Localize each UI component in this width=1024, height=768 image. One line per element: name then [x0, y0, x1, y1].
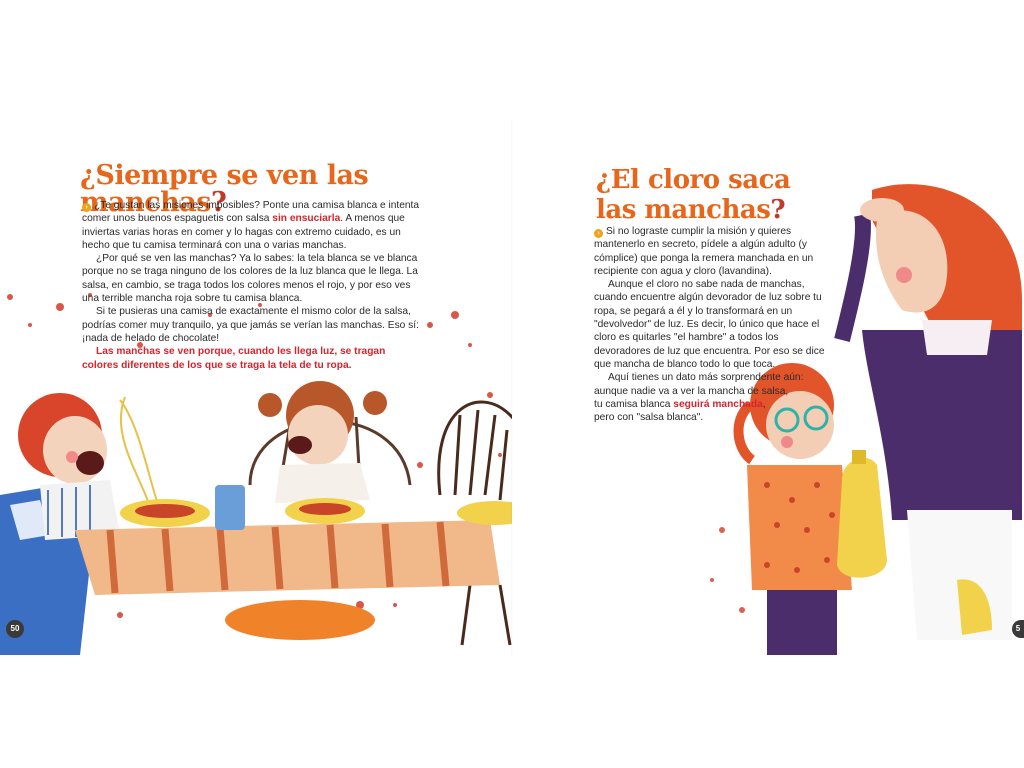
page-number-left: 50: [6, 620, 24, 638]
right-paragraph-6: pero con "salsa blanca".: [594, 412, 704, 424]
title-right-suffix: ?: [770, 195, 786, 225]
book-spread: ¿Siempre se ven las manchas? › ¿Te gustan…: [0, 0, 1024, 768]
page-title-right: ¿El cloro saca las manchas?: [596, 165, 791, 225]
right-body-text: › Si no lograste cumplir la misión y quie…: [594, 225, 829, 424]
right-p1-text: Si no lograste cumplir la misión y quier…: [594, 226, 814, 277]
page-number-right: 5: [1012, 620, 1024, 638]
bullet-arrow-icon: ›: [82, 203, 91, 212]
right-paragraph-2: Aunque el cloro no sabe nada de manchas,…: [594, 279, 825, 370]
left-paragraph-3: Si te pusieras una camisa de exactamente…: [82, 306, 419, 344]
title-right-line1: ¿El cloro saca: [596, 165, 791, 195]
left-paragraph-summary: Las manchas se ven porque, cuando les ll…: [82, 346, 386, 371]
left-paragraph-2: ¿Por qué se ven las manchas? Ya lo sabes…: [82, 253, 418, 305]
right-p5-highlight: seguirá manchada: [673, 398, 763, 410]
right-p5-text-b: ,: [762, 398, 766, 410]
right-p5-text-a: tu camisa blanca: [594, 398, 674, 410]
right-paragraph-4: aunque nadie va a ver la mancha de salsa…: [594, 385, 789, 397]
left-body-text: › ¿Te gustan las misiones imposibles? Pon…: [82, 199, 422, 372]
right-page: ¿El cloro saca las manchas? › Si no logras…: [512, 0, 1024, 768]
right-paragraph-3: Aquí tienes un dato más sorprendente aún…: [608, 372, 804, 384]
left-p1-highlight: sin ensuciarla: [272, 213, 341, 225]
right-paragraph-5: tu camisa blanca seguirá manchada,: [594, 398, 829, 411]
title-right-line2: las manchas: [596, 195, 771, 225]
left-page: ¿Siempre se ven las manchas? › ¿Te gustan…: [0, 0, 512, 768]
right-paragraph-1: › Si no lograste cumplir la misión y quie…: [594, 225, 829, 278]
bullet-arrow-icon: ›: [594, 229, 603, 238]
left-paragraph-1: › ¿Te gustan las misiones imposibles? Pon…: [82, 199, 422, 252]
